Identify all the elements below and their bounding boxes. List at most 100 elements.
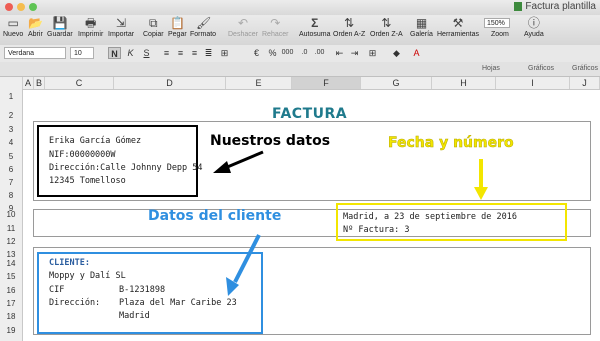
row-header-12[interactable]: 12 <box>0 237 22 246</box>
title-bar: Factura plantilla <box>0 0 600 16</box>
column-header-b[interactable]: B <box>34 77 45 89</box>
align-left-icon[interactable]: ≡ <box>160 47 173 59</box>
merge-cells-icon[interactable]: ⊞ <box>218 47 231 59</box>
borders-icon[interactable]: ⊞ <box>366 47 379 59</box>
sort-asc-button[interactable]: ⇅ Orden A-Z <box>333 16 365 38</box>
print-button[interactable]: 🖶 Imprimir <box>78 16 103 38</box>
thousands-icon[interactable]: 000 <box>281 47 294 59</box>
select-all-corner[interactable] <box>0 77 23 89</box>
italic-button[interactable]: K <box>124 47 137 59</box>
indent-icon[interactable]: ⇥ <box>348 47 361 59</box>
underline-button[interactable]: S <box>140 47 153 59</box>
format-brush-icon: 🖌 <box>196 16 212 30</box>
save-icon: 💾 <box>52 16 68 30</box>
justify-icon[interactable]: ≣ <box>202 47 215 59</box>
zoom-window-button[interactable] <box>29 3 37 11</box>
autosum-icon: Σ <box>311 16 319 30</box>
print-icon: 🖶 <box>84 16 97 30</box>
tools-button[interactable]: ⚒ Herramientas <box>437 16 479 38</box>
redo-button[interactable]: ↷ Rehacer <box>262 16 288 38</box>
row-header-7[interactable]: 7 <box>0 178 22 187</box>
row-header-10[interactable]: 10 <box>0 210 22 219</box>
autosum-button[interactable]: Σ Autosuma <box>299 16 331 38</box>
copy-button[interactable]: ⧉ Copiar <box>143 16 164 38</box>
row-header-2[interactable]: 2 <box>0 111 22 120</box>
row-header-6[interactable]: 6 <box>0 165 22 174</box>
tab-hojas[interactable]: Hojas <box>482 65 500 72</box>
font-size-select[interactable]: 10 <box>70 47 94 59</box>
close-window-button[interactable] <box>5 3 13 11</box>
gallery-button[interactable]: ▦ Galería <box>410 16 433 38</box>
black-arrow-icon <box>213 150 264 173</box>
help-icon: ⓘ <box>527 16 540 30</box>
new-button[interactable]: ▭ Nuevo <box>3 16 23 38</box>
excel-doc-icon <box>514 2 523 11</box>
row-header-8[interactable]: 8 <box>0 191 22 200</box>
row-header-18[interactable]: 18 <box>0 312 22 321</box>
zoom-label: Zoom <box>491 31 509 38</box>
align-center-icon[interactable]: ≡ <box>174 47 187 59</box>
column-header-c[interactable]: C <box>45 77 114 89</box>
row-header-15[interactable]: 15 <box>0 272 22 281</box>
yellow-arrow-icon <box>474 159 488 200</box>
row-header: 1 2 3 4 5 6 7 8 9 10 11 12 13 14 15 16 1… <box>0 89 23 341</box>
copy-icon: ⧉ <box>149 16 158 30</box>
sort-desc-icon: ⇅ <box>381 16 392 30</box>
column-header-f[interactable]: F <box>292 77 361 89</box>
align-right-icon[interactable]: ≡ <box>188 47 201 59</box>
row-header-14[interactable]: 14 <box>0 259 22 268</box>
row-header-1[interactable]: 1 <box>0 92 22 101</box>
undo-button[interactable]: ↶ Deshacer <box>228 16 258 38</box>
undo-icon: ↶ <box>237 16 249 30</box>
decrease-decimal-icon[interactable]: .0 <box>298 47 311 59</box>
percent-icon[interactable]: % <box>266 47 279 59</box>
window-title: Factura plantilla <box>514 1 596 12</box>
paste-button[interactable]: 📋 Pegar <box>168 16 187 38</box>
paste-icon: 📋 <box>170 16 186 30</box>
row-header-16[interactable]: 16 <box>0 286 22 295</box>
row-header-19[interactable]: 19 <box>0 326 22 335</box>
row-header-13[interactable]: 13 <box>0 250 22 259</box>
tools-icon: ⚒ <box>452 16 464 30</box>
row-header-3[interactable]: 3 <box>0 125 22 134</box>
column-header-d[interactable]: D <box>114 77 226 89</box>
sort-asc-icon: ⇅ <box>344 16 355 30</box>
column-header-h[interactable]: H <box>432 77 496 89</box>
column-header-g[interactable]: G <box>361 77 432 89</box>
column-header-i[interactable]: I <box>496 77 570 89</box>
format-painter-button[interactable]: 🖌 Formato <box>190 16 216 38</box>
open-button[interactable]: 📂 Abrir <box>28 16 43 38</box>
import-icon: ⇲ <box>116 16 127 30</box>
row-header-11[interactable]: 11 <box>0 224 22 233</box>
bold-button[interactable]: N <box>108 47 121 59</box>
blue-arrow-icon <box>226 234 261 296</box>
format-toolbar: Verdana 10 N K S ≡ ≡ ≡ ≣ ⊞ € % 000 .0 .0… <box>0 45 600 63</box>
column-header-j[interactable]: J <box>570 77 600 89</box>
help-button[interactable]: ⓘ Ayuda <box>524 16 544 38</box>
tab-graficos[interactable]: Gráficos <box>528 65 554 72</box>
import-button[interactable]: ⇲ Importar <box>108 16 134 38</box>
column-header-e[interactable]: E <box>226 77 292 89</box>
currency-icon[interactable]: € <box>250 47 263 59</box>
worksheet-grid[interactable]: FACTURA Erika García Gómez NIF:00000000W… <box>23 89 600 341</box>
font-color-icon[interactable]: A <box>410 47 423 59</box>
row-header-5[interactable]: 5 <box>0 152 22 161</box>
save-button[interactable]: 💾 Guardar <box>47 16 73 38</box>
increase-decimal-icon[interactable]: .00 <box>313 47 326 59</box>
ribbon-tabs: Hojas Gráficos Gráficos <box>0 62 600 77</box>
minimize-window-button[interactable] <box>17 3 25 11</box>
gallery-icon: ▦ <box>415 16 428 30</box>
redo-icon: ↷ <box>270 16 281 30</box>
font-family-select[interactable]: Verdana <box>4 47 66 59</box>
annotation-arrows <box>213 150 488 296</box>
row-header-4[interactable]: 4 <box>0 138 22 147</box>
sort-desc-button[interactable]: ⇅ Orden Z-A <box>370 16 403 38</box>
standard-toolbar: ▭ Nuevo 📂 Abrir 💾 Guardar 🖶 Imprimir ⇲ Import… <box>0 15 600 46</box>
row-header-17[interactable]: 17 <box>0 299 22 308</box>
zoom-select[interactable]: 150% <box>484 18 510 28</box>
tab-graficos-2[interactable]: Gráficos <box>572 65 598 72</box>
outdent-icon[interactable]: ⇤ <box>333 47 346 59</box>
column-header-a[interactable]: A <box>23 77 34 89</box>
new-file-icon: ▭ <box>7 16 19 30</box>
fill-color-icon[interactable]: ◆ <box>390 47 403 59</box>
